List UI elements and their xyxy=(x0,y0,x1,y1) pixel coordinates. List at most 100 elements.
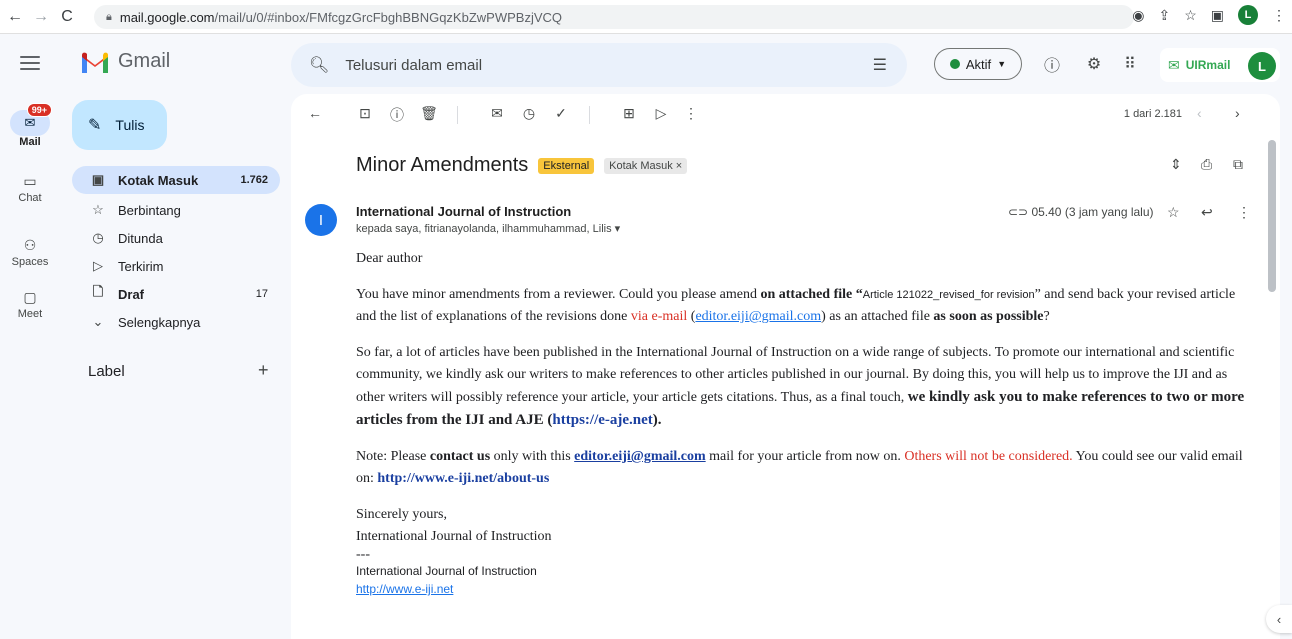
reload-icon[interactable]: C xyxy=(56,6,78,28)
search-icon[interactable]: 🔍︎ xyxy=(309,55,329,75)
recipients-line[interactable]: kepada saya, fitrianayolanda, ilhammuham… xyxy=(356,222,620,235)
search-input[interactable]: Telusuri dalam email xyxy=(345,57,482,74)
address-bar[interactable]: 🔒︎ mail.google.com/mail/u/0/#inbox/FMfcg… xyxy=(94,5,1134,29)
add-label-plus-icon[interactable]: + xyxy=(258,360,269,381)
mail-icon: ✉ 99+ xyxy=(10,103,52,136)
signature: Sincerely yours, International Journal o… xyxy=(356,504,1256,598)
rail-mail[interactable]: ✉ 99+ Mail xyxy=(0,103,60,148)
sender-avatar[interactable]: I xyxy=(305,204,337,236)
signature-url[interactable]: http://www.e-iji.net xyxy=(356,580,1256,598)
rail-meet[interactable]: ▢ Meet xyxy=(0,288,60,321)
newer-chevron-left-icon[interactable]: ‹ xyxy=(1197,105,1202,121)
bookmark-star-icon[interactable]: ☆ xyxy=(1184,7,1197,24)
sidepanel-icon[interactable]: ▣ xyxy=(1211,7,1224,24)
message-more-icon[interactable]: ⋮ xyxy=(1237,204,1251,221)
scrollbar-thumb[interactable] xyxy=(1268,140,1276,292)
extension-icon[interactable]: ◉ xyxy=(1132,7,1144,24)
rail-chat[interactable]: ▭ Chat xyxy=(0,172,60,205)
forward-arrow-icon[interactable]: → xyxy=(30,6,52,28)
delete-trash-icon[interactable]: 🗑︎ xyxy=(419,105,439,122)
greeting: Dear author xyxy=(356,251,423,266)
back-to-inbox-icon[interactable]: ← xyxy=(305,105,325,121)
main-menu-icon[interactable] xyxy=(20,56,40,70)
older-chevron-right-icon[interactable]: › xyxy=(1235,105,1240,121)
url-host: mail.google.com xyxy=(119,9,215,25)
apps-grid-icon[interactable]: ⠿ xyxy=(1118,52,1142,76)
chevron-down-icon: ▼ xyxy=(997,59,1007,69)
sidebar-item-label: Kotak Masuk xyxy=(118,172,199,188)
sidebar-item-label: Selengkapnya xyxy=(118,314,201,330)
sidebar-item-count: 17 xyxy=(255,288,268,300)
move-to-folder-icon[interactable]: ⊞ xyxy=(619,105,639,122)
settings-gear-icon[interactable]: ⚙ xyxy=(1082,52,1106,76)
add-task-icon[interactable]: ✓ xyxy=(551,105,571,122)
mark-unread-icon[interactable]: ✉ xyxy=(487,105,507,122)
gmail-m-icon xyxy=(82,52,108,73)
open-new-window-icon[interactable]: ⧉ xyxy=(1233,156,1243,173)
browser-toolbar: ← → C 🔒︎ mail.google.com/mail/u/0/#inbox… xyxy=(0,0,1292,34)
sidebar-item-label: Terkirim xyxy=(118,258,164,274)
star-icon: ☆ xyxy=(92,202,104,217)
lock-icon: 🔒︎ xyxy=(106,10,112,23)
search-bar[interactable]: 🔍︎ Telusuri dalam email ☰ xyxy=(291,43,907,87)
more-options-icon[interactable]: ⋮ xyxy=(681,105,701,122)
sidebar-item-starred[interactable]: ☆ Berbintang xyxy=(72,196,280,224)
email-body: Dear author You have minor amendments fr… xyxy=(356,248,1256,598)
email-link[interactable]: editor.eiji@gmail.com xyxy=(574,449,705,464)
url-path: /mail/u/0/#inbox/FMfcgzGrcFbghBBNGqzKbZw… xyxy=(214,9,563,25)
body-paragraph-1: You have minor amendments from a reviewe… xyxy=(356,287,1236,324)
sender-name[interactable]: International Journal of Instruction xyxy=(356,204,571,219)
reply-icon[interactable]: ↩ xyxy=(1201,204,1213,221)
account-avatar[interactable]: L xyxy=(1248,52,1276,80)
status-dot-icon xyxy=(949,59,960,69)
report-spam-icon[interactable]: ⓘ xyxy=(387,105,407,125)
rail-spaces[interactable]: ⚇ Spaces xyxy=(0,236,60,269)
sidebar-item-sent[interactable]: ▷ Terkirim xyxy=(72,252,280,280)
sidebar-item-drafts[interactable]: 🗋︎ Draf 17 xyxy=(72,280,280,308)
snooze-clock-icon[interactable]: ◷ xyxy=(519,105,539,122)
sidebar-item-label: Draf xyxy=(118,286,145,302)
aje-link[interactable]: https://e-aje.net xyxy=(552,412,652,428)
draft-file-icon: 🗋︎ xyxy=(92,284,104,299)
back-arrow-icon[interactable]: ← xyxy=(4,6,26,28)
org-name: UIRmail xyxy=(1185,58,1231,72)
chat-icon: ▭ xyxy=(23,172,37,189)
browser-profile-avatar[interactable]: L xyxy=(1238,5,1258,25)
labels-heading: Label xyxy=(88,363,125,380)
browser-menu-icon[interactable]: ⋮ xyxy=(1272,7,1286,24)
rail-mail-label: Mail xyxy=(19,136,41,148)
print-icon[interactable]: ⎙ xyxy=(1201,156,1212,173)
archive-icon[interactable]: ⊡ xyxy=(355,105,375,122)
label-tag-icon[interactable]: ▷ xyxy=(651,105,671,122)
compose-button[interactable]: ✎ Tulis xyxy=(72,100,167,150)
side-panel-toggle-chevron-icon[interactable]: ‹ xyxy=(1266,605,1292,633)
sidebar-item-inbox[interactable]: ▣ Kotak Masuk 1.762 xyxy=(72,166,280,194)
clock-icon: ◷ xyxy=(92,230,104,245)
help-icon[interactable]: ⓘ xyxy=(1040,52,1064,76)
app-name: Gmail xyxy=(118,50,171,72)
email-time: 05.40 (3 jam yang lalu) xyxy=(1031,205,1154,219)
external-tag: Eksternal xyxy=(538,157,595,174)
envelope-icon: ✉ xyxy=(1168,56,1180,73)
star-icon[interactable]: ☆ xyxy=(1167,204,1180,221)
sidebar-item-snoozed[interactable]: ◷ Ditunda xyxy=(72,224,280,252)
email-toolbar: ← ⊡ ⓘ 🗑︎ ✉ ◷ ✓ ⊞ ▷ ⋮ 1 dari 2.181 ‹ › xyxy=(291,94,1280,136)
meet-camera-icon: ▢ xyxy=(23,288,37,305)
inbox-label-chip[interactable]: Kotak Masuk × xyxy=(604,157,688,174)
chevron-down-icon: ⌄ xyxy=(92,314,104,329)
body-paragraph-3: Note: Please contact us only with this e… xyxy=(356,449,1243,486)
expand-collapse-icon[interactable]: ⇕ xyxy=(1170,156,1182,173)
sidebar-item-count: 1.762 xyxy=(240,174,268,186)
search-options-icon[interactable]: ☰ xyxy=(873,55,887,75)
pagination-count: 1 dari 2.181 xyxy=(1123,108,1182,120)
email-link[interactable]: editor.eiji@gmail.com xyxy=(695,309,821,324)
closing-line: Sincerely yours, xyxy=(356,507,447,522)
about-us-link[interactable]: http://www.e-iji.net/about-us xyxy=(377,471,549,486)
signature-divider: --- xyxy=(356,547,370,562)
email-subject-row: Minor Amendments Eksternal Kotak Masuk × xyxy=(356,154,688,177)
share-icon[interactable]: ⇪ xyxy=(1158,7,1170,24)
compose-label: Tulis xyxy=(115,117,145,133)
status-selector[interactable]: Aktif ▼ xyxy=(934,48,1022,80)
sidebar-item-more[interactable]: ⌄ Selengkapnya xyxy=(72,308,280,336)
gmail-logo[interactable]: Gmail xyxy=(80,50,170,73)
